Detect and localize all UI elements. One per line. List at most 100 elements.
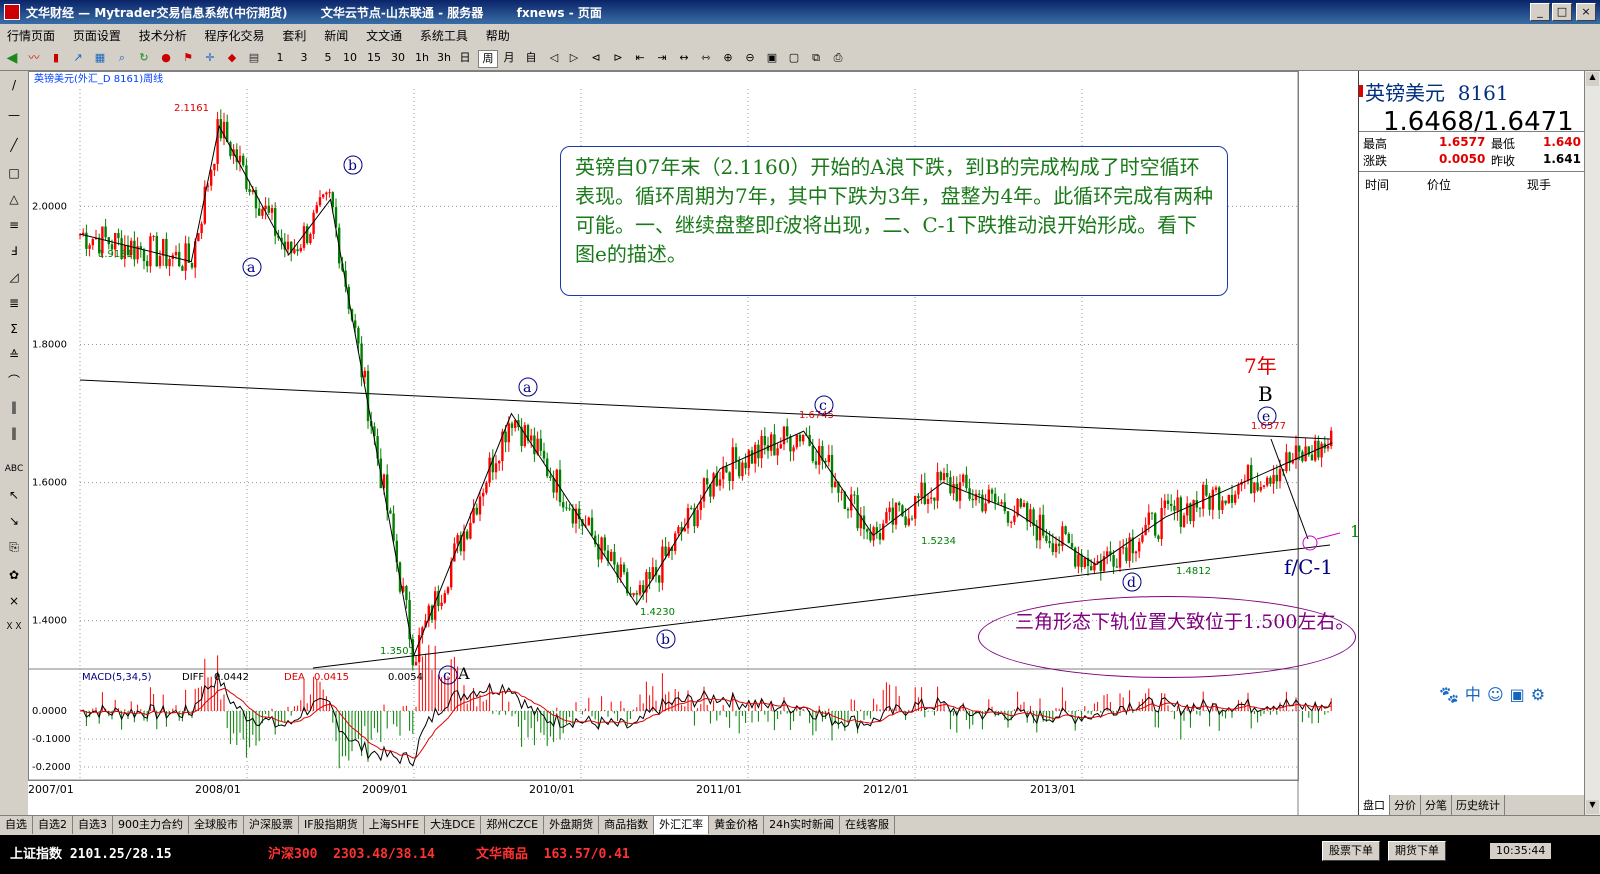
tab-watchlist[interactable]: 自选 bbox=[0, 816, 33, 834]
hline-tool-icon[interactable]: — bbox=[4, 105, 24, 125]
maximize-button[interactable]: □ bbox=[1552, 3, 1572, 21]
period-30min[interactable]: 30 bbox=[388, 50, 408, 66]
tab-if-futures[interactable]: IF股指期货 bbox=[299, 816, 364, 834]
futures-order-button[interactable]: 期货下单 bbox=[1388, 841, 1446, 861]
fan-tool-icon[interactable]: Ʃ bbox=[4, 319, 24, 339]
dot-icon[interactable]: ● bbox=[158, 50, 174, 66]
fib-tool-icon[interactable]: Ⅎ bbox=[4, 241, 24, 261]
menu-quotes[interactable]: 行情页面 bbox=[0, 24, 62, 47]
tab-global-stocks[interactable]: 全球股市 bbox=[189, 816, 244, 834]
period-1min[interactable]: 1 bbox=[272, 50, 288, 66]
angle-tool-icon[interactable]: ◿ bbox=[4, 267, 24, 287]
minimize-button[interactable]: _ bbox=[1530, 3, 1550, 21]
crosshair-icon[interactable]: ✛ bbox=[202, 50, 218, 66]
zoom-in-icon[interactable]: ⊕ bbox=[720, 50, 736, 66]
ticker-icon[interactable]: ◆ bbox=[224, 50, 240, 66]
channel-tool-icon[interactable]: ≡ bbox=[4, 215, 24, 235]
tab-watchlist2[interactable]: 自选2 bbox=[33, 816, 73, 834]
line-tool-icon[interactable]: / bbox=[4, 75, 24, 95]
tab-history[interactable]: 历史统计 bbox=[1452, 795, 1505, 815]
cycle-tool-icon[interactable]: ‖ bbox=[4, 397, 24, 417]
period-custom[interactable]: 自 bbox=[522, 50, 540, 66]
tab-price-dist[interactable]: 分价 bbox=[1390, 795, 1421, 815]
tab-gold[interactable]: 黄金价格 bbox=[709, 816, 765, 834]
compress-icon[interactable]: ⇿ bbox=[698, 50, 714, 66]
menu-news[interactable]: 新闻 bbox=[317, 24, 355, 47]
paw-icon[interactable]: 🐾 bbox=[1439, 685, 1465, 704]
delete-all-tool-icon[interactable]: ＸＸ bbox=[4, 617, 24, 637]
menu-arbitrage[interactable]: 套利 bbox=[275, 24, 313, 47]
tab-support[interactable]: 在线客服 bbox=[840, 816, 896, 834]
parallel-tool-icon[interactable]: ≙ bbox=[4, 345, 24, 365]
tab-watchlist3[interactable]: 自选3 bbox=[73, 816, 113, 834]
tab-dce[interactable]: 大连DCE bbox=[425, 816, 482, 834]
close-button[interactable]: × bbox=[1576, 3, 1596, 21]
refresh-icon[interactable]: ↻ bbox=[136, 50, 152, 66]
arc-tool-icon[interactable]: ⌒ bbox=[4, 371, 24, 391]
menu-page-settings[interactable]: 页面设置 bbox=[66, 24, 128, 47]
tab-commodity-index[interactable]: 商品指数 bbox=[599, 816, 655, 834]
tab-forex[interactable]: 外汇汇率 bbox=[654, 816, 710, 834]
window-icon[interactable]: ▢ bbox=[786, 50, 802, 66]
period-15min[interactable]: 15 bbox=[364, 50, 384, 66]
down-arrow-tool-icon[interactable]: ↘ bbox=[4, 511, 24, 531]
ray-tool-icon[interactable]: ╱ bbox=[4, 135, 24, 155]
vertical-scrollbar[interactable]: ▲ ▼ bbox=[1584, 71, 1600, 815]
tab-foreign-futures[interactable]: 外盘期货 bbox=[544, 816, 600, 834]
tab-main-contracts[interactable]: 900主力合约 bbox=[113, 816, 189, 834]
step-right-icon[interactable]: ▷ bbox=[566, 50, 582, 66]
page-left-icon[interactable]: ⊲ bbox=[588, 50, 604, 66]
back-icon[interactable]: ◀ bbox=[4, 50, 20, 66]
tab-orderbook[interactable]: 盘口 bbox=[1359, 795, 1390, 815]
period-5min[interactable]: 5 bbox=[320, 50, 336, 66]
period-3min[interactable]: 3 bbox=[296, 50, 312, 66]
image-icon[interactable]: ▣ bbox=[1510, 685, 1531, 704]
delete-tool-icon[interactable]: × bbox=[4, 591, 24, 611]
step-left-icon[interactable]: ◁ bbox=[546, 50, 562, 66]
print-icon[interactable]: ⎙ bbox=[830, 50, 846, 66]
tab-24h-news[interactable]: 24h实时新闻 bbox=[764, 816, 841, 834]
chinese-input-icon[interactable]: 中 bbox=[1465, 685, 1487, 704]
menu-system-tools[interactable]: 系统工具 bbox=[413, 24, 475, 47]
bar-chart-icon[interactable]: ▮ bbox=[48, 50, 64, 66]
up-arrow-tool-icon[interactable]: ↖ bbox=[4, 485, 24, 505]
scroll-up-icon[interactable]: ▲ bbox=[1586, 72, 1599, 86]
chart-line-icon[interactable]: 〰 bbox=[26, 50, 42, 66]
zoom-out-icon[interactable]: ⊖ bbox=[742, 50, 758, 66]
grid-icon[interactable]: ▦ bbox=[92, 50, 108, 66]
text-tool-icon[interactable]: ABC bbox=[4, 459, 24, 479]
chart-area[interactable]: 英镑美元(外汇_D 8161)周线 2.0000 1.8000 1.6000 1.400… bbox=[28, 71, 1358, 815]
volume-icon[interactable]: ▤ bbox=[246, 50, 262, 66]
period-day[interactable]: 日 bbox=[456, 50, 474, 66]
menu-program-trading[interactable]: 程序化交易 bbox=[198, 24, 272, 47]
period-month[interactable]: 月 bbox=[500, 50, 518, 66]
skip-first-icon[interactable]: ⇤ bbox=[632, 50, 648, 66]
scroll-down-icon[interactable]: ▼ bbox=[1586, 800, 1599, 814]
zoom-icon[interactable]: ⌕ bbox=[114, 50, 130, 66]
gann-tool-icon[interactable]: ≣ bbox=[4, 293, 24, 313]
tab-ticks[interactable]: 分笔 bbox=[1421, 795, 1452, 815]
tab-china-stocks[interactable]: 沪深股票 bbox=[244, 816, 299, 834]
rect-tool-icon[interactable]: □ bbox=[4, 163, 24, 183]
triangle-tool-icon[interactable]: △ bbox=[4, 189, 24, 209]
page-right-icon[interactable]: ⊳ bbox=[610, 50, 626, 66]
stock-order-button[interactable]: 股票下单 bbox=[1322, 841, 1380, 861]
trend-icon[interactable]: ↗ bbox=[70, 50, 86, 66]
period-tool-icon[interactable]: ‖ bbox=[4, 423, 24, 443]
layout-icon[interactable]: ▣ bbox=[764, 50, 780, 66]
period-3h[interactable]: 3h bbox=[434, 50, 454, 66]
copy-tool-icon[interactable]: ⎘ bbox=[4, 537, 24, 557]
tab-shfe[interactable]: 上海SHFE bbox=[364, 816, 426, 834]
menu-help[interactable]: 帮助 bbox=[479, 24, 517, 47]
tab-czce[interactable]: 郑州CZCE bbox=[481, 816, 545, 834]
period-10min[interactable]: 10 bbox=[340, 50, 360, 66]
menu-tech-analysis[interactable]: 技术分析 bbox=[132, 24, 194, 47]
skip-last-icon[interactable]: ⇥ bbox=[654, 50, 670, 66]
flag-icon[interactable]: ⚑ bbox=[180, 50, 196, 66]
expand-icon[interactable]: ↔ bbox=[676, 50, 692, 66]
settings-tool-icon[interactable]: ✿ bbox=[4, 565, 24, 585]
menu-wenwentong[interactable]: 文文通 bbox=[359, 24, 409, 47]
period-week[interactable]: 周 bbox=[478, 50, 498, 68]
gear-icon[interactable]: ⚙ bbox=[1531, 685, 1551, 704]
tile-icon[interactable]: ⧉ bbox=[808, 50, 824, 66]
